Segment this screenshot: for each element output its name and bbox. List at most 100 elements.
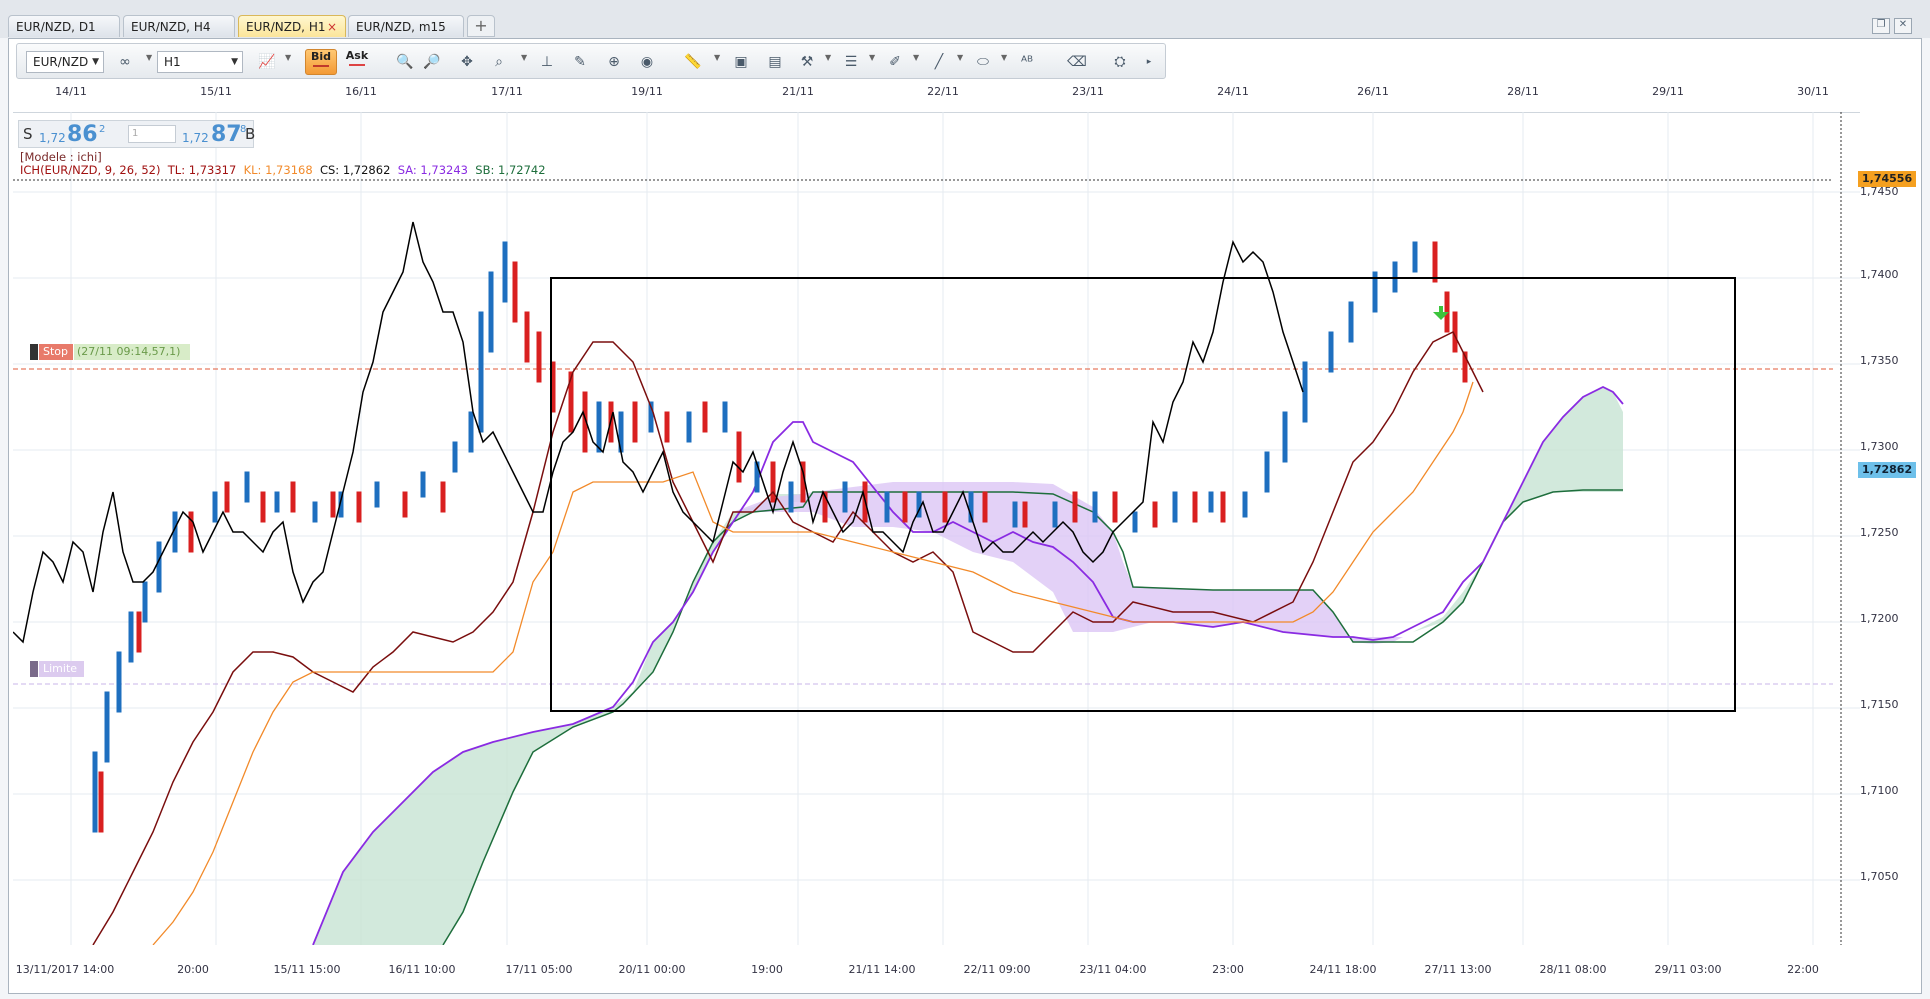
close-icon[interactable]: × — [327, 16, 337, 38]
chevron-down-icon[interactable]: ▼ — [869, 53, 875, 62]
objects-icon[interactable]: ⛭ — [1110, 52, 1130, 72]
candlesticks — [92, 241, 1468, 833]
crosshair-icon[interactable]: ⊕ — [604, 52, 624, 72]
stop-marker[interactable]: Stop (27/11 09:14,57,1) — [30, 344, 192, 360]
chevron-down-icon[interactable]: ▼ — [714, 53, 720, 62]
price-chart[interactable] — [13, 112, 1860, 945]
globe-icon[interactable]: ◉ — [637, 52, 657, 72]
date-label: 17/11 — [491, 85, 523, 98]
date-label: 21/11 — [782, 85, 814, 98]
date-label: 29/11 — [1652, 85, 1684, 98]
chevron-down-icon: ▼ — [92, 57, 99, 67]
model-label: [Modele : ichi] — [20, 150, 102, 164]
ask-button[interactable]: Ask — [342, 49, 372, 75]
chevron-down-icon[interactable]: ▼ — [913, 53, 919, 62]
time-label: 20:00 — [177, 963, 209, 976]
time-label: 23/11 04:00 — [1079, 963, 1147, 976]
time-label: 23:00 — [1212, 963, 1244, 976]
kumo-bullish — [313, 494, 803, 945]
link-icon[interactable]: ∞ — [115, 52, 135, 72]
tab-eurnzd-h1[interactable]: EUR/NZD, H1 × — [238, 15, 346, 37]
limit-label: Limite — [39, 661, 84, 677]
time-label: 19:00 — [751, 963, 783, 976]
price-label: 1,7200 — [1860, 612, 1899, 625]
time-label: 28/11 08:00 — [1539, 963, 1607, 976]
symbol-select[interactable]: EUR/NZD ▼ — [26, 51, 104, 73]
date-label: 23/11 — [1072, 85, 1104, 98]
drawing-icon[interactable]: ✎ — [570, 52, 590, 72]
time-label: 16/11 10:00 — [388, 963, 456, 976]
drag-handle[interactable] — [30, 661, 38, 677]
price-label: 1,7050 — [1860, 870, 1899, 883]
bid-label: Bid — [310, 50, 332, 63]
buy-price-pips[interactable]: 87 — [211, 122, 242, 147]
zoom-in-icon[interactable]: 🔍 — [395, 52, 415, 72]
bid-button[interactable]: Bid — [305, 49, 337, 75]
price-label: 1,7350 — [1860, 354, 1899, 367]
stop-info: (27/11 09:14,57,1) — [74, 344, 190, 360]
tab-label: EUR/NZD, H4 — [131, 20, 211, 34]
timeframe-select[interactable]: H1 ▼ — [157, 51, 243, 73]
cursor-icon[interactable]: ✥ — [457, 52, 477, 72]
tab-label: EUR/NZD, H1 — [246, 20, 326, 34]
price-label: 1,7400 — [1860, 268, 1899, 281]
sell-price-pips[interactable]: 86 — [67, 122, 98, 147]
tools-icon[interactable]: ⚒ — [797, 52, 817, 72]
tab-label: EUR/NZD, D1 — [16, 20, 96, 34]
kumo-bullish-right — [1413, 387, 1623, 632]
date-label: 19/11 — [631, 85, 663, 98]
symbol-value: EUR/NZD — [33, 55, 89, 69]
kumo-bearish — [733, 482, 1403, 644]
zoom-out-icon[interactable]: 🔎 — [422, 52, 442, 72]
indicator-icon[interactable]: ⊥ — [537, 52, 557, 72]
template-icon[interactable]: ▤ — [765, 52, 785, 72]
chevron-down-icon[interactable]: ▼ — [1001, 53, 1007, 62]
tab-eurnzd-m15[interactable]: EUR/NZD, m15 — [348, 15, 464, 37]
chart-type-icon[interactable]: 📈 — [257, 52, 277, 72]
price-label: 1,7300 — [1860, 440, 1899, 453]
tab-eurnzd-h4[interactable]: EUR/NZD, H4 — [123, 15, 235, 37]
add-tab-button[interactable]: + — [467, 15, 495, 37]
tab-bar: EUR/NZD, D1 EUR/NZD, H4 EUR/NZD, H1 × EUR… — [0, 0, 1930, 38]
date-label: 28/11 — [1507, 85, 1539, 98]
time-label: 20/11 00:00 — [618, 963, 686, 976]
chevron-down-icon[interactable]: ▼ — [957, 53, 963, 62]
time-label: 24/11 18:00 — [1309, 963, 1377, 976]
time-label: 15/11 15:00 — [273, 963, 341, 976]
chevron-down-icon[interactable]: ▼ — [825, 53, 831, 62]
time-label: 13/11/2017 14:00 — [15, 963, 115, 976]
close-window-icon[interactable]: ✕ — [1894, 18, 1912, 34]
ellipse-icon[interactable]: ⬭ — [973, 52, 993, 72]
lines-icon[interactable]: ☰ — [841, 52, 861, 72]
image-icon[interactable]: ▣ — [731, 52, 751, 72]
date-label: 14/11 — [55, 85, 87, 98]
drag-handle[interactable] — [30, 344, 38, 360]
eraser-icon[interactable]: ⌫ — [1067, 52, 1087, 72]
more-icon[interactable]: ▸ — [1139, 52, 1159, 72]
tab-eurnzd-d1[interactable]: EUR/NZD, D1 — [8, 15, 120, 37]
brush-icon[interactable]: ╱ — [929, 52, 949, 72]
text-icon[interactable]: ᴬᴮ — [1017, 52, 1037, 72]
sell-price-prefix: 1,72 — [39, 131, 66, 145]
ruler-icon[interactable]: 📏 — [683, 52, 703, 72]
chevron-down-icon[interactable]: ▼ — [521, 53, 527, 62]
chart-toolbar: EUR/NZD ▼ ∞ ▼ H1 ▼ 📈 ▼ Bid Ask 🔍 🔎 ✥ ⌕ ▼ ⊥… — [16, 43, 1166, 79]
price-label: 1,7150 — [1860, 698, 1899, 711]
restore-icon[interactable]: ❐ — [1872, 18, 1890, 34]
top-price-tag: 1,74556 — [1858, 171, 1917, 187]
underline — [349, 64, 365, 66]
limit-marker[interactable]: Limite — [30, 661, 84, 677]
amount-input[interactable]: 1 — [128, 125, 176, 143]
date-label: 30/11 — [1797, 85, 1829, 98]
stop-label: Stop — [39, 344, 73, 360]
date-label: 26/11 — [1357, 85, 1389, 98]
tl-label: TL: 1,73317 — [167, 163, 237, 177]
chevron-down-icon[interactable]: ▼ — [146, 53, 152, 62]
time-label: 22:00 — [1787, 963, 1819, 976]
window-buttons: ❐ ✕ — [1868, 16, 1912, 34]
magnifier-icon[interactable]: ⌕ — [489, 52, 509, 72]
chevron-down-icon[interactable]: ▼ — [285, 53, 291, 62]
price-label: 1,7100 — [1860, 784, 1899, 797]
pencil-icon[interactable]: ✐ — [885, 52, 905, 72]
sell-label: S — [23, 125, 33, 143]
